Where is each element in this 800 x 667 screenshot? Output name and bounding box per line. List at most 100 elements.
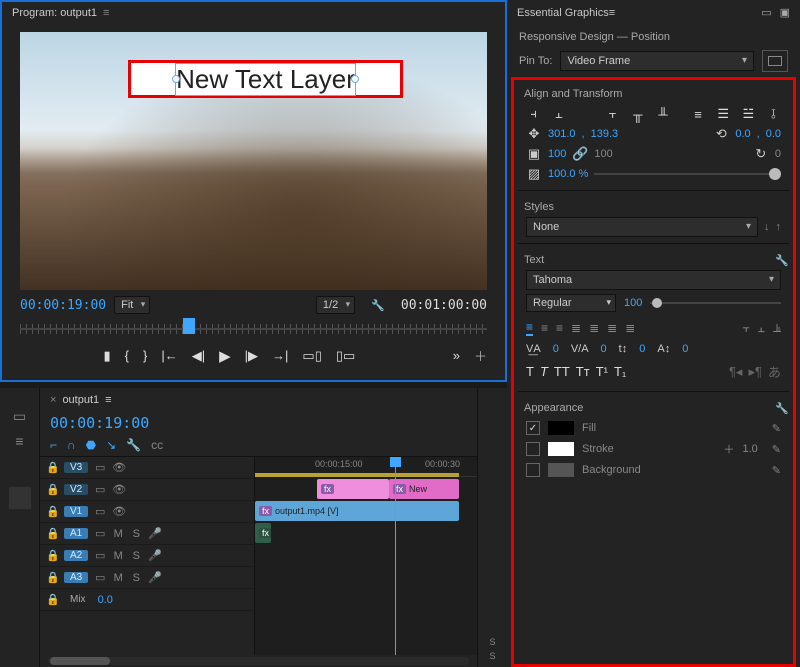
font-size-value[interactable]: 100 <box>624 297 642 309</box>
opacity-slider[interactable] <box>594 173 781 175</box>
sequence-tab[interactable]: × output1 ≡ <box>40 388 477 412</box>
anchor-x[interactable]: 0.0 <box>735 128 750 140</box>
track-label-v2[interactable]: V2 <box>64 484 88 495</box>
wrench-icon[interactable]: 🔧 <box>126 438 141 452</box>
track-mix[interactable]: 🔒 Mix 0.0 <box>40 589 254 611</box>
target-icon[interactable]: ▭ <box>94 571 106 584</box>
program-scrubber[interactable] <box>20 318 487 340</box>
font-size-slider[interactable] <box>650 302 781 304</box>
lock-icon[interactable]: 🔒 <box>46 527 58 540</box>
justify-last-right-icon[interactable]: ≣ <box>607 321 617 335</box>
opacity-value[interactable]: 100.0 % <box>548 168 588 180</box>
step-forward-icon[interactable]: |▶ <box>245 348 258 364</box>
eyedropper-icon[interactable]: ✎ <box>772 443 781 456</box>
background-swatch[interactable] <box>548 463 574 477</box>
go-to-out-icon[interactable]: →| <box>272 348 288 363</box>
transport-more-icon[interactable]: » <box>453 348 460 363</box>
track-v3[interactable]: 🔒 V3 ▭ 👁 <box>40 457 254 479</box>
text-layer-content[interactable]: New Text Layer <box>175 63 356 96</box>
tab-close-icon[interactable]: × <box>50 394 56 406</box>
work-area-bar[interactable] <box>255 473 459 477</box>
lock-icon[interactable]: 🔒 <box>46 505 58 518</box>
mute-icon[interactable]: M <box>112 572 124 584</box>
font-family-dropdown[interactable]: Tahoma <box>526 270 781 290</box>
pin-edges-widget[interactable] <box>762 50 788 72</box>
graphic-clip[interactable]: fx <box>317 479 389 499</box>
timeline-playhead[interactable] <box>395 457 396 655</box>
leading-value[interactable]: 0 <box>639 343 645 355</box>
valign-mid-icon[interactable]: ⫠ <box>758 321 765 336</box>
fill-swatch[interactable] <box>548 421 574 435</box>
track-label-a1[interactable]: A1 <box>64 528 88 539</box>
faux-italic-icon[interactable]: T <box>540 364 548 379</box>
marker-icon[interactable]: ⬣ <box>86 438 96 452</box>
add-button-icon[interactable]: ＋ <box>474 346 487 365</box>
timeline-current-timecode[interactable]: 00:00:19:00 <box>50 414 149 432</box>
mark-out-bracket-icon[interactable]: } <box>143 348 147 363</box>
playhead-icon[interactable] <box>183 318 195 334</box>
cc-icon[interactable]: cc <box>151 438 163 452</box>
lock-icon[interactable]: 🔒 <box>46 549 58 562</box>
target-icon[interactable]: ▭ <box>94 549 106 562</box>
lock-icon[interactable]: 🔒 <box>46 571 58 584</box>
distribute-v2-icon[interactable]: ☱ <box>741 106 756 122</box>
distribute-v3-icon[interactable]: ⫱ <box>766 106 781 122</box>
link-icon[interactable]: ∩ <box>67 438 76 452</box>
solo-icon[interactable]: S <box>130 550 142 562</box>
time-ruler[interactable]: 00:00:15:00 00:00:30 <box>255 457 477 477</box>
group-icon[interactable]: ▣ <box>780 6 790 19</box>
track-label-a3[interactable]: A3 <box>64 572 88 583</box>
link-scale-icon[interactable]: 🔗 <box>572 146 588 162</box>
align-right-text-icon[interactable]: ≡ <box>556 321 563 335</box>
justify-all-icon[interactable]: ≣ <box>625 321 635 335</box>
program-monitor-viewport[interactable]: New Text Layer <box>20 32 487 290</box>
go-to-in-icon[interactable]: |← <box>161 348 177 363</box>
bin-icon[interactable]: ▭ <box>13 408 26 425</box>
mark-in-bracket-icon[interactable]: { <box>125 348 129 363</box>
mute-icon[interactable]: M <box>112 550 124 562</box>
lock-icon[interactable]: 🔒 <box>46 593 58 606</box>
eye-icon[interactable]: 👁 <box>112 505 124 518</box>
distribute-v1-icon[interactable]: ☰ <box>716 106 731 122</box>
background-checkbox[interactable] <box>526 463 540 477</box>
lift-icon[interactable]: ▭▯ <box>302 348 321 364</box>
settings-wrench-icon[interactable]: 🔧 <box>371 299 385 312</box>
target-icon[interactable]: ▭ <box>94 505 106 518</box>
snap-icon[interactable]: ⌐ <box>50 438 57 452</box>
mute-icon[interactable]: M <box>112 528 124 540</box>
zoom-fit-dropdown[interactable]: Fit <box>114 296 150 314</box>
lock-icon[interactable]: 🔒 <box>46 483 58 496</box>
extract-icon[interactable]: ▯▭ <box>336 348 355 364</box>
align-bottom-icon[interactable]: ╨ <box>655 106 670 122</box>
ltr-icon[interactable]: ¶◂ <box>729 364 743 380</box>
scale-value[interactable]: 100 <box>548 148 566 160</box>
track-a3[interactable]: 🔒 A3 ▭ M S 🎤 <box>40 567 254 589</box>
pin-to-dropdown[interactable]: Video Frame <box>560 51 754 71</box>
track-a2[interactable]: 🔒 A2 ▭ M S 🎤 <box>40 545 254 567</box>
faux-bold-icon[interactable]: T <box>526 364 534 379</box>
align-center-text-icon[interactable]: ≡ <box>541 321 548 335</box>
fill-checkbox[interactable] <box>526 421 540 435</box>
align-middle-icon[interactable]: ╥ <box>630 106 645 122</box>
insert-icon[interactable]: ↘ <box>106 438 116 452</box>
track-label-a2[interactable]: A2 <box>64 550 88 561</box>
text-settings-icon[interactable]: 🔧 <box>775 254 789 267</box>
audio-clip[interactable]: fx <box>255 523 271 543</box>
kerning-value[interactable]: 0 <box>601 343 607 355</box>
align-top-icon[interactable]: ⫟ <box>605 106 620 122</box>
push-up-icon[interactable]: ↑ <box>776 221 782 233</box>
solo-icon[interactable]: S <box>130 572 142 584</box>
justify-last-left-icon[interactable]: ≣ <box>571 321 581 335</box>
target-icon[interactable]: ▭ <box>94 483 106 496</box>
font-style-dropdown[interactable]: Regular <box>526 294 616 312</box>
tategaki-icon[interactable]: あ <box>768 362 781 381</box>
tab-menu-icon[interactable]: ≡ <box>105 394 111 406</box>
valign-bot-icon[interactable]: ⫡ <box>773 321 781 336</box>
panel-menu-icon[interactable]: ≡ <box>103 7 109 19</box>
track-label-v3[interactable]: V3 <box>64 462 88 473</box>
anchor-y[interactable]: 0.0 <box>766 128 781 140</box>
solo-icon[interactable]: S <box>130 528 142 540</box>
subscript-icon[interactable]: T₁ <box>614 364 626 379</box>
text-layer-selection[interactable]: New Text Layer <box>128 60 403 98</box>
new-layer-icon[interactable]: ▭ <box>761 6 771 19</box>
